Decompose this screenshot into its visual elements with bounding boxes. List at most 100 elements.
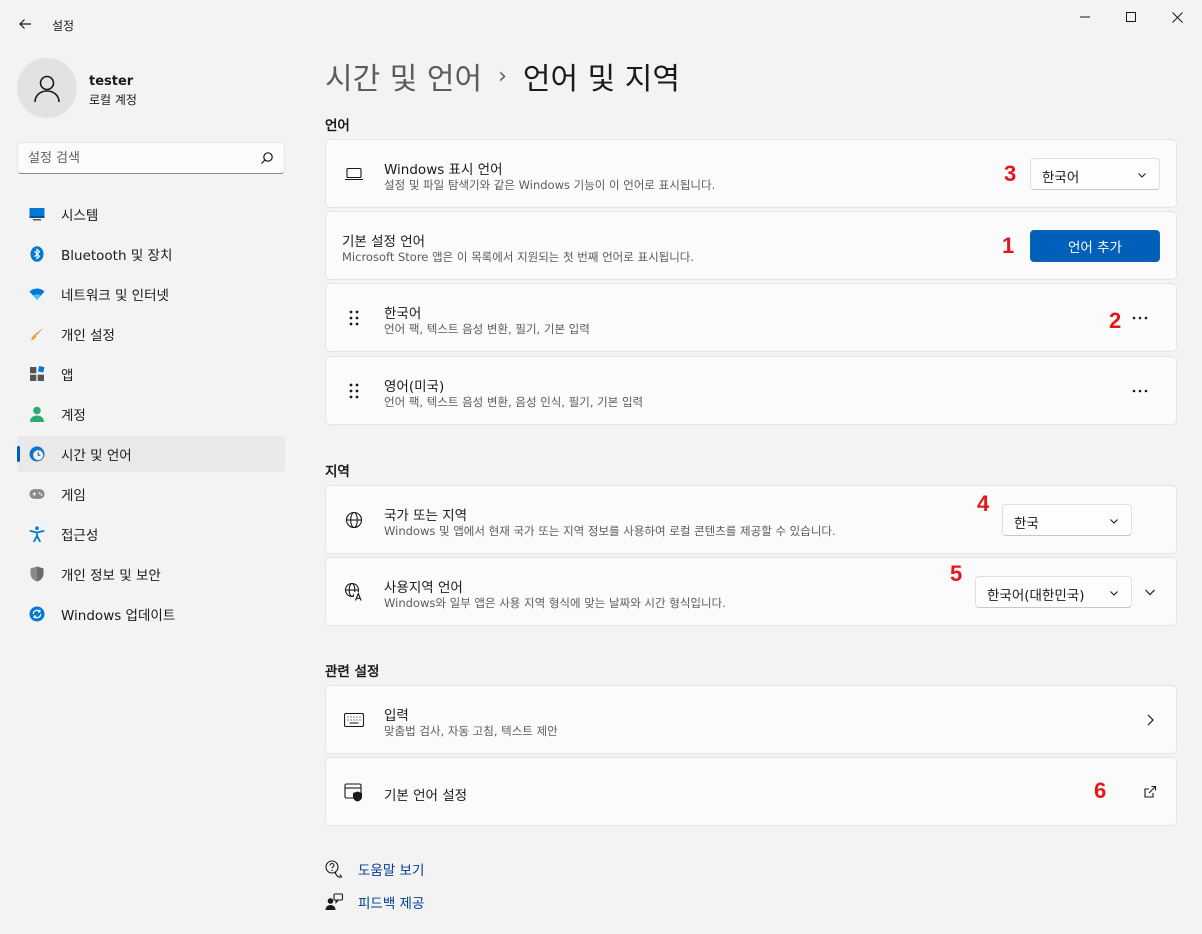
more-horizontal-icon (1132, 316, 1148, 320)
search-input[interactable] (28, 149, 248, 167)
administrative-language-card[interactable]: 기본 언어 설정 6 (325, 757, 1177, 826)
card-description: 맞춤법 검사, 자동 고침, 텍스트 제안 (384, 724, 558, 738)
sidebar-item-gaming[interactable]: 게임 (17, 476, 285, 512)
close-button[interactable] (1154, 0, 1200, 34)
language-name: 한국어 (384, 306, 422, 322)
language-format-icon (344, 582, 364, 602)
sidebar-item-windows-update[interactable]: Windows 업데이트 (17, 596, 285, 632)
annotation-marker-6: 6 (1094, 778, 1107, 803)
sidebar-item-label: Windows 업데이트 (61, 608, 176, 624)
card-description: Windows 및 앱에서 현재 국가 또는 지역 정보를 사용하여 로컬 콘텐… (384, 524, 836, 538)
typing-settings-card[interactable]: 입력 맞춤법 검사, 자동 고침, 텍스트 제안 (325, 685, 1177, 754)
apps-icon (29, 366, 45, 382)
card-title: 기본 언어 설정 (384, 788, 468, 804)
country-region-card: 국가 또는 지역 Windows 및 앱에서 현재 국가 또는 지역 정보를 사… (325, 485, 1177, 554)
back-button[interactable] (10, 10, 40, 38)
minimize-button[interactable] (1062, 0, 1108, 34)
sidebar-item-accessibility[interactable]: 접근성 (17, 516, 285, 552)
card-description: Windows와 일부 앱은 사용 지역 형식에 맞는 날짜와 시간 형식입니다… (384, 596, 726, 610)
settings-search[interactable] (17, 142, 285, 174)
accessibility-icon (29, 526, 45, 542)
regional-format-dropdown[interactable]: 한국어(대한민국) (975, 576, 1132, 608)
sidebar-item-accounts[interactable]: 계정 (17, 396, 285, 432)
regional-format-card: 사용지역 언어 Windows와 일부 앱은 사용 지역 형식에 맞는 날짜와 … (325, 557, 1177, 626)
sidebar-item-label: 시스템 (61, 208, 99, 224)
breadcrumb: 시간 및 언어 › 언어 및 지역 (325, 54, 680, 98)
chevron-down-icon (1110, 591, 1118, 596)
back-arrow-icon (19, 19, 31, 29)
maximize-button[interactable] (1108, 0, 1154, 34)
dropdown-value: 한국어(대한민국) (987, 588, 1085, 604)
maximize-icon (1126, 12, 1136, 22)
clock-globe-icon (29, 446, 45, 462)
language-item-korean: 한국어 언어 팩, 텍스트 음성 변환, 필기, 기본 입력 2 (325, 283, 1177, 352)
sidebar-item-label: 접근성 (61, 528, 99, 544)
more-options-button[interactable] (1126, 304, 1154, 332)
sidebar-item-label: 개인 정보 및 보안 (61, 568, 161, 584)
get-help-label: 도움말 보기 (358, 863, 425, 879)
chevron-down-icon (1110, 519, 1118, 524)
card-description: Microsoft Store 앱은 이 목록에서 지원되는 첫 번째 언어로 … (342, 250, 695, 264)
sidebar-item-time-language[interactable]: 시간 및 언어 (17, 436, 285, 472)
monitor-icon (29, 206, 45, 222)
sidebar-item-privacy[interactable]: 개인 정보 및 보안 (17, 556, 285, 592)
brush-icon (29, 326, 45, 342)
avatar (17, 58, 77, 118)
annotation-marker-3: 3 (1004, 161, 1017, 186)
country-dropdown[interactable]: 한국 (1002, 504, 1132, 536)
display-language-dropdown[interactable]: 한국어 (1030, 158, 1160, 190)
get-help-link[interactable]: 도움말 보기 (325, 858, 424, 880)
drag-handle-icon[interactable] (344, 381, 364, 401)
annotation-marker-5: 5 (950, 561, 963, 586)
section-title-related: 관련 설정 (325, 664, 380, 680)
sidebar-item-label: Bluetooth 및 장치 (61, 248, 173, 264)
annotation-marker-1: 1 (1002, 233, 1015, 258)
wifi-icon (29, 286, 45, 302)
more-options-button[interactable] (1126, 377, 1154, 405)
add-language-button[interactable]: 언어 추가 (1030, 230, 1160, 262)
sidebar-item-bluetooth[interactable]: Bluetooth 및 장치 (17, 236, 285, 272)
windows-display-language-card: Windows 표시 언어 설정 및 파일 탐색기와 같은 Windows 기능… (325, 139, 1177, 208)
app-title: 설정 (52, 19, 75, 33)
sidebar-nav: 시스템 Bluetooth 및 장치 네트워크 및 인터넷 개인 설정 앱 계정… (17, 196, 285, 636)
give-feedback-label: 피드백 제공 (358, 896, 425, 912)
account-type: 로컬 계정 (89, 93, 137, 107)
card-title: 기본 설정 언어 (342, 234, 426, 250)
card-title: 국가 또는 지역 (384, 508, 468, 524)
give-feedback-link[interactable]: 피드백 제공 (325, 891, 424, 913)
help-chat-icon (325, 860, 343, 878)
sidebar-item-label: 계정 (61, 408, 86, 424)
annotation-marker-4: 4 (977, 491, 990, 516)
update-icon (29, 606, 45, 622)
expand-button[interactable] (1140, 582, 1160, 602)
more-horizontal-icon (1132, 389, 1148, 393)
card-title: Windows 표시 언어 (384, 162, 503, 178)
dropdown-value: 한국 (1014, 516, 1039, 532)
sidebar-item-network[interactable]: 네트워크 및 인터넷 (17, 276, 285, 312)
user-name: tester (89, 74, 134, 89)
bluetooth-icon (29, 246, 45, 262)
section-title-region: 지역 (325, 464, 350, 480)
drag-handle-icon[interactable] (344, 308, 364, 328)
section-title-language: 언어 (325, 118, 350, 134)
minimize-icon (1080, 16, 1090, 18)
laptop-icon (344, 164, 364, 184)
settings-window: 설정 tester 로컬 계정 시스템 Bluetooth 및 장치 (0, 0, 1202, 934)
sidebar-item-apps[interactable]: 앱 (17, 356, 285, 392)
person-icon (29, 406, 45, 422)
sidebar-item-label: 시간 및 언어 (61, 448, 132, 464)
close-icon (1171, 11, 1183, 23)
preferred-languages-card: 기본 설정 언어 Microsoft Store 앱은 이 목록에서 지원되는 … (325, 211, 1177, 280)
admin-shield-window-icon (344, 782, 364, 802)
breadcrumb-separator: › (498, 63, 507, 89)
sidebar-item-label: 개인 설정 (61, 328, 115, 344)
card-title: 입력 (384, 708, 409, 724)
annotation-marker-2: 2 (1109, 308, 1122, 333)
sidebar-item-system[interactable]: 시스템 (17, 196, 285, 232)
open-external-icon (1144, 785, 1157, 798)
feedback-icon (325, 893, 343, 911)
sidebar-item-personalization[interactable]: 개인 설정 (17, 316, 285, 352)
language-item-english: 영어(미국) 언어 팩, 텍스트 음성 변환, 음성 인식, 필기, 기본 입력 (325, 356, 1177, 425)
breadcrumb-parent[interactable]: 시간 및 언어 (325, 54, 482, 98)
search-icon[interactable] (260, 151, 274, 165)
